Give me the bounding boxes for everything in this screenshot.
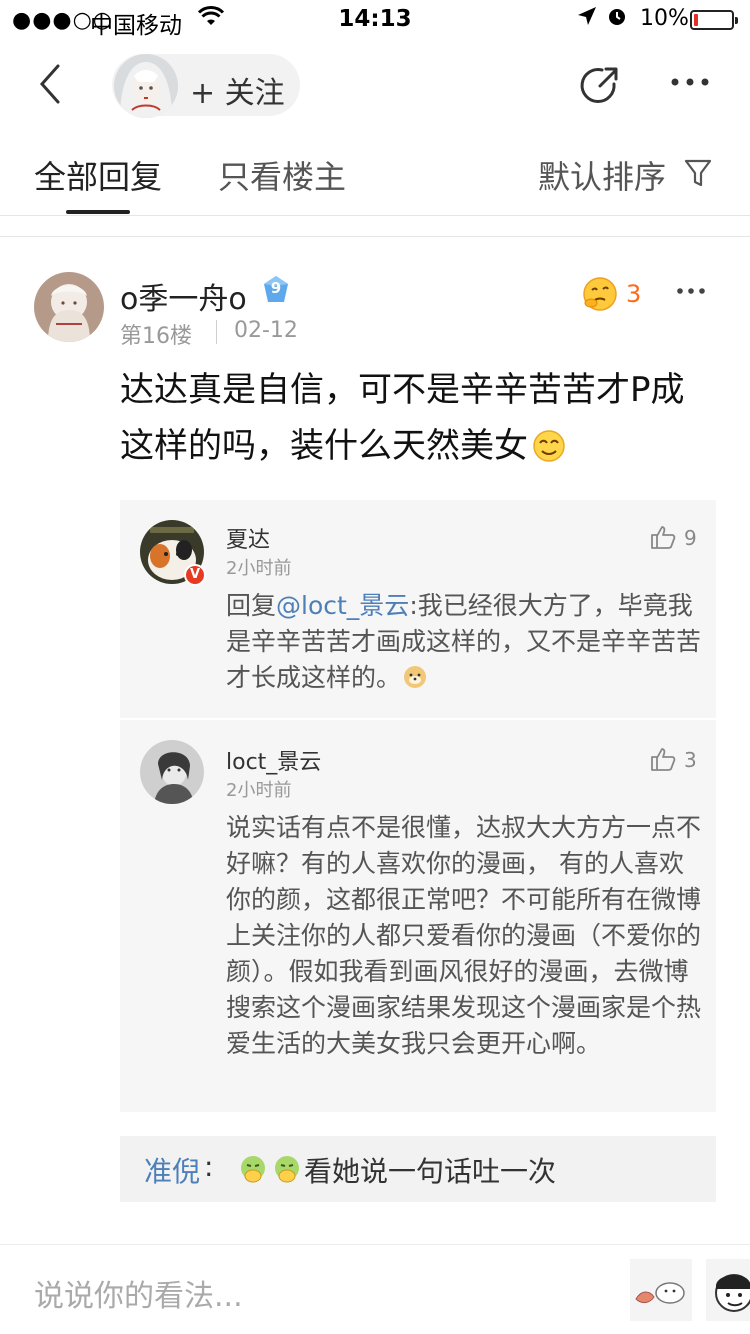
location-arrow-icon	[576, 5, 598, 33]
vomit-face-icon	[238, 1154, 268, 1184]
smirk-face-icon	[533, 430, 565, 462]
chevron-left-icon	[39, 64, 60, 104]
comment-body: 达达真是自信，可不是辛辛苦苦才P成这样的吗，装什么天然美女	[120, 370, 685, 466]
divider	[0, 236, 750, 237]
status-bar: ●●●○○ 中国移动 14:13 10%	[0, 0, 750, 40]
reply-like-button[interactable]	[650, 746, 676, 772]
vip-badge-icon: 9	[260, 274, 292, 306]
clock: 14:13	[338, 6, 412, 32]
comment-date: 02-12	[234, 318, 298, 343]
nav-bar: + 关注	[0, 40, 750, 130]
share-icon	[580, 67, 618, 103]
reply-item: loct_景云 2小时前 3 说实话有点不是很懂，达叔大大方方一点不好嘛？有的人…	[120, 720, 716, 1112]
floor-number: 第16楼	[120, 324, 192, 349]
sub-comment-colon: :	[204, 1150, 214, 1183]
reply-time: 2小时前	[226, 780, 292, 801]
comment-text: 达达真是自信，可不是辛辛苦苦才P成这样的吗，装什么天然美女	[120, 362, 700, 474]
more-options-button[interactable]	[670, 60, 710, 95]
sort-dropdown[interactable]: 默认排序	[538, 152, 666, 198]
reply-like-count: 3	[684, 748, 697, 772]
sticker-bunny-icon	[635, 1282, 685, 1304]
reply-like-count: 9	[684, 526, 697, 550]
sub-comment-text: 看她说一句话吐一次	[304, 1155, 557, 1188]
reply-text: 回复@loct_景云:我已经很大方了，毕竟我是辛辛苦苦才画成这样的，又不是辛辛苦…	[226, 588, 702, 696]
sub-comment-preview[interactable]: 准倪 : 看她说一句话吐一次	[120, 1136, 716, 1202]
sticker-shortcut-button[interactable]	[630, 1259, 692, 1321]
like-button[interactable]	[582, 276, 618, 312]
filter-icon[interactable]	[684, 158, 712, 188]
sticker-meme-face-icon	[715, 1274, 750, 1312]
reply-text: 说实话有点不是很懂，达叔大大方方一点不好嘛？有的人喜欢你的漫画， 有的人喜欢你的…	[226, 813, 702, 1058]
thinking-face-icon	[583, 277, 617, 311]
reply-item: V 夏达 2小时前 9 回复@loct_景云:我已经很大方了，毕竟我是辛辛苦苦才…	[120, 500, 716, 718]
author-avatar	[114, 54, 178, 118]
vomit-face-icon	[272, 1154, 302, 1184]
vip-level: 9	[270, 279, 282, 297]
comment-input-bar: 说说你的看法...	[0, 1244, 750, 1334]
mention-link[interactable]: @loct_景云	[276, 591, 409, 620]
nested-replies: V 夏达 2小时前 9 回复@loct_景云:我已经很大方了，毕竟我是辛辛苦苦才…	[120, 500, 716, 1112]
reply-username[interactable]: loct_景云	[226, 744, 321, 776]
battery-percent: 10%	[640, 6, 689, 31]
battery-level	[694, 14, 698, 26]
share-button[interactable]	[578, 64, 622, 108]
battery-icon	[690, 10, 738, 30]
commenter-name[interactable]: o季一舟o	[120, 274, 247, 318]
reply-like-button[interactable]	[650, 524, 676, 550]
thumbs-up-icon	[651, 748, 676, 771]
tab-author-only[interactable]: 只看楼主	[218, 152, 346, 198]
comment-input[interactable]: 说说你的看法...	[34, 1271, 243, 1315]
alarm-icon	[606, 5, 628, 33]
more-dots-icon	[677, 288, 705, 294]
reply-prefix: 回复	[226, 591, 277, 620]
more-dots-icon	[671, 78, 709, 86]
meta-separator	[216, 320, 217, 344]
follow-button[interactable]: + 关注	[112, 54, 300, 118]
reply-avatar[interactable]	[140, 740, 204, 804]
like-count: 3	[626, 280, 642, 308]
back-button[interactable]	[34, 62, 74, 106]
verified-badge-icon: V	[184, 564, 206, 586]
follow-label: + 关注	[190, 76, 285, 111]
comment-more-button[interactable]	[676, 272, 706, 302]
thumbs-up-icon	[651, 526, 676, 549]
active-tab-indicator	[66, 210, 130, 214]
commenter-avatar[interactable]	[34, 272, 104, 342]
sub-comment-username[interactable]: 准倪	[144, 1150, 200, 1190]
tab-all-replies[interactable]: 全部回复	[34, 152, 162, 198]
reply-username[interactable]: 夏达	[226, 522, 270, 554]
doge-icon	[404, 666, 427, 688]
reply-tabs: 全部回复 只看楼主 默认排序	[0, 130, 750, 216]
sticker-shortcut-button[interactable]	[706, 1259, 750, 1321]
reply-time: 2小时前	[226, 558, 292, 579]
